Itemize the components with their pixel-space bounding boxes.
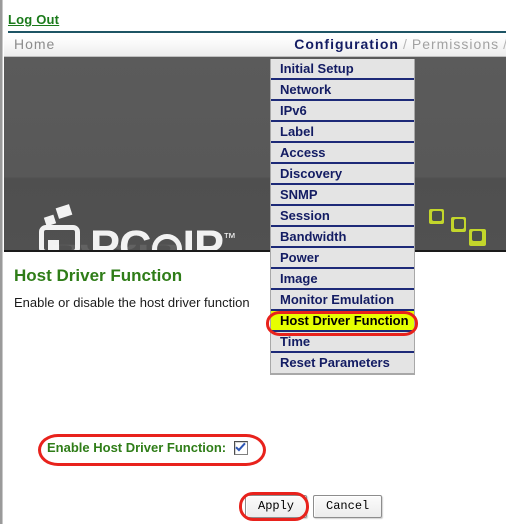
page-description: Enable or disable the host driver functi… xyxy=(14,295,250,310)
menu-item-monitor-emulation[interactable]: Monitor Emulation xyxy=(271,290,414,311)
nav-item-permissions[interactable]: Permissions xyxy=(412,36,499,52)
configuration-dropdown-menu[interactable]: Initial Setup Network IPv6 Label Access Disco… xyxy=(270,59,415,375)
form-actions: Apply Cancel xyxy=(245,495,383,518)
nav-breadcrumb: Configuration/Permissions/ xyxy=(294,36,506,52)
enable-host-driver-label: Enable Host Driver Function: xyxy=(47,440,227,455)
pcoip-logo: PCIP™ PCoIP xyxy=(38,204,268,250)
log-out-link[interactable]: Log Out xyxy=(8,12,59,27)
browser-page: Log Out Home Configuration/Permissions/ … xyxy=(0,0,506,524)
cube-icon-3 xyxy=(469,229,486,246)
nav-separator-2: / xyxy=(499,36,506,52)
enable-host-driver-row: Enable Host Driver Function: xyxy=(47,440,249,455)
menu-item-session[interactable]: Session xyxy=(271,206,414,227)
page-title: Host Driver Function xyxy=(14,266,183,285)
nav-item-home[interactable]: Home xyxy=(14,36,55,52)
enable-host-driver-checkbox[interactable] xyxy=(234,440,249,455)
menu-item-reset-parameters[interactable]: Reset Parameters xyxy=(271,353,414,374)
menu-item-host-driver-function[interactable]: Host Driver Function xyxy=(271,311,414,332)
trademark-icon: ™ xyxy=(223,230,237,245)
logout-strip: Log Out xyxy=(4,0,506,33)
nav-separator-1: / xyxy=(402,36,408,52)
menu-item-time[interactable]: Time xyxy=(271,332,414,353)
page-left-edge xyxy=(0,0,3,524)
checkmark-icon xyxy=(235,440,246,451)
nav-item-configuration[interactable]: Configuration xyxy=(294,36,399,52)
cubes-graphic xyxy=(429,205,489,250)
menu-item-ipv6[interactable]: IPv6 xyxy=(271,101,414,122)
cube-icon-1 xyxy=(429,209,444,224)
menu-item-access[interactable]: Access xyxy=(271,143,414,164)
navigation-bar: Home Configuration/Permissions/ xyxy=(4,33,506,57)
menu-item-discovery[interactable]: Discovery xyxy=(271,164,414,185)
menu-item-network[interactable]: Network xyxy=(271,80,414,101)
menu-item-snmp[interactable]: SNMP xyxy=(271,185,414,206)
brand-banner: PCIP™ PCoIP xyxy=(4,57,506,252)
pcoip-logo-reflection: PCoIP xyxy=(50,245,265,250)
apply-button[interactable]: Apply xyxy=(245,495,308,518)
cancel-button[interactable]: Cancel xyxy=(313,495,383,518)
cube-icon-2 xyxy=(451,217,466,232)
menu-item-image[interactable]: Image xyxy=(271,269,414,290)
menu-item-power[interactable]: Power xyxy=(271,248,414,269)
main-content: Host Driver Function Enable or disable t… xyxy=(4,254,506,524)
menu-item-bandwidth[interactable]: Bandwidth xyxy=(271,227,414,248)
menu-item-label[interactable]: Label xyxy=(271,122,414,143)
menu-item-initial-setup[interactable]: Initial Setup xyxy=(271,59,414,80)
